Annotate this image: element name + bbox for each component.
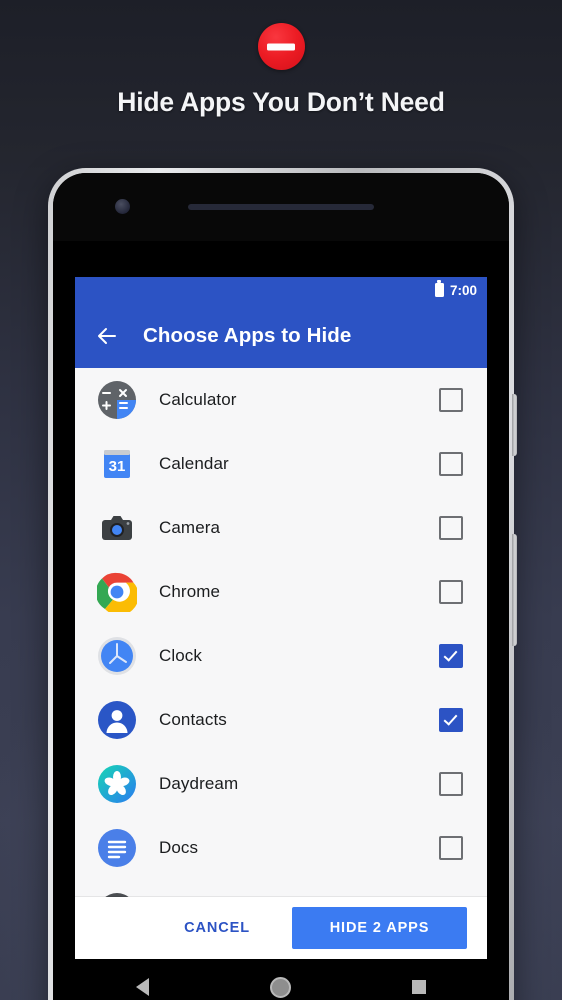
docs-icon (98, 829, 136, 867)
app-name: Calendar (159, 454, 229, 473)
hide-apps-button[interactable]: HIDE 2 APPS (292, 907, 467, 949)
list-item[interactable]: Docs (75, 816, 487, 880)
app-screen: 7:00 Choose Apps to Hide Calculator 31 C… (75, 277, 487, 959)
app-name: Chrome (159, 582, 221, 601)
chrome-icon (97, 572, 137, 612)
app-bar: Choose Apps to Hide (75, 303, 487, 368)
cancel-button[interactable]: CANCEL (166, 910, 268, 946)
list-item[interactable]: 31 Calendar (75, 432, 487, 496)
app-name: Clock (159, 646, 203, 665)
app-name: Daydream (159, 774, 239, 793)
clock-icon (98, 637, 136, 675)
phone-screen-area: 7:00 Choose Apps to Hide Calculator 31 C… (53, 173, 509, 1000)
calendar-day: 31 (109, 458, 126, 475)
list-item[interactable]: Calculator (75, 368, 487, 432)
battery-icon (434, 283, 444, 297)
app-bar-title: Choose Apps to Hide (143, 323, 352, 347)
calculator-icon (98, 381, 136, 419)
status-bar-time: 7:00 (449, 282, 477, 298)
nav-home-icon[interactable] (269, 976, 291, 998)
status-bar: 7:00 (75, 277, 487, 303)
contacts-icon (98, 701, 136, 739)
app-checkbox[interactable] (439, 580, 463, 604)
app-checkbox[interactable] (439, 452, 463, 476)
app-checkbox[interactable] (439, 388, 463, 412)
app-checkbox[interactable] (439, 708, 463, 732)
app-name: Docs (159, 838, 199, 857)
promo-header: Hide Apps You Don’t Need (0, 0, 562, 118)
earpiece-speaker (188, 204, 374, 210)
no-entry-bar (267, 43, 295, 50)
list-item[interactable]: Camera (75, 496, 487, 560)
android-nav-bar (75, 959, 487, 1000)
camera-icon (102, 516, 132, 540)
page-title: Hide Apps You Don’t Need (117, 87, 445, 117)
nav-back-icon[interactable] (135, 978, 149, 996)
list-item[interactable]: Daydream (75, 752, 487, 816)
nav-recents-icon[interactable] (412, 980, 427, 994)
phone-mockup: 7:00 Choose Apps to Hide Calculator 31 C… (48, 168, 517, 1000)
app-checkbox[interactable] (439, 644, 463, 668)
app-list[interactable]: Calculator 31 Calendar Camera Chrome Clo… (75, 368, 487, 959)
calendar-icon: 31 (104, 450, 130, 478)
app-checkbox[interactable] (439, 772, 463, 796)
list-item[interactable]: Contacts (75, 688, 487, 752)
app-checkbox[interactable] (439, 516, 463, 540)
list-item[interactable]: Chrome (75, 560, 487, 624)
daydream-icon (98, 765, 136, 803)
volume-button[interactable] (512, 534, 517, 646)
promo-screenshot: Hide Apps You Don’t Need 7:00 Choose App… (0, 0, 562, 1000)
app-name: Camera (159, 518, 221, 537)
list-item[interactable]: Clock (75, 624, 487, 688)
no-entry-icon (257, 23, 305, 70)
app-name: Calculator (159, 390, 237, 409)
front-camera-icon (115, 199, 130, 214)
power-button[interactable] (512, 394, 517, 456)
app-name: Contacts (159, 710, 227, 729)
back-arrow-icon[interactable] (95, 324, 119, 348)
phone-top-bezel (53, 173, 509, 241)
app-checkbox[interactable] (439, 836, 463, 860)
action-bar: CANCEL HIDE 2 APPS (75, 897, 487, 959)
